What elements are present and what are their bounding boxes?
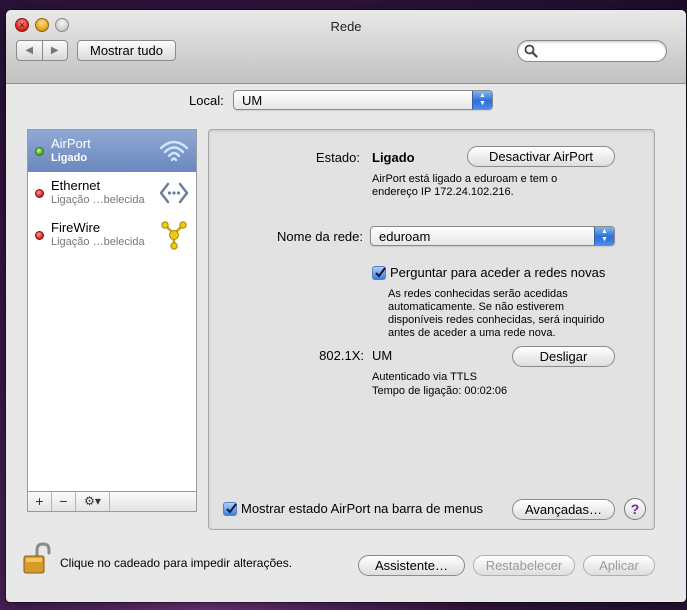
service-status: Ligação …belecida — [51, 236, 145, 248]
service-name: Ethernet — [51, 178, 101, 193]
disconnect-button[interactable]: Desligar — [512, 346, 615, 367]
service-item-firewire[interactable]: FireWire Ligação …belecida — [28, 214, 196, 256]
status-dot-red — [35, 189, 44, 198]
dot1x-value: UM — [372, 348, 393, 363]
search-field — [517, 40, 667, 62]
network-name-label: Nome da rede: — [277, 229, 363, 244]
lock-hint-text: Clique no cadeado para impedir alteraçõe… — [60, 556, 293, 570]
service-list-toolbar: + − ⚙▾ — [28, 491, 196, 511]
back-button[interactable]: ◀ — [17, 41, 43, 60]
service-list: AirPort Ligado Ethernet Ligação …belecid… — [27, 129, 197, 512]
titlebar: × Rede ◀ ▶ Mostrar tudo — [6, 10, 686, 84]
wifi-icon — [159, 140, 189, 162]
search-icon — [524, 44, 538, 58]
location-value: UM — [242, 93, 263, 108]
service-item-ethernet[interactable]: Ethernet Ligação …belecida — [28, 172, 196, 214]
location-popup[interactable]: UM ▲ ▼ — [233, 90, 493, 110]
ethernet-icon — [159, 182, 189, 204]
service-status: Ligação …belecida — [51, 194, 145, 206]
network-preferences-window: × Rede ◀ ▶ Mostrar tudo Local: UM ▲ ▼ Air… — [6, 10, 686, 602]
service-name: FireWire — [51, 220, 101, 235]
service-detail-panel: Estado: Ligado Desactivar AirPort AirPor… — [208, 129, 655, 530]
window-title: Rede — [330, 19, 362, 34]
show-status-checkbox[interactable] — [223, 502, 237, 516]
revert-button[interactable]: Restabelecer — [473, 555, 575, 576]
back-forward-control: ◀ ▶ — [16, 40, 68, 61]
status-dot-red — [35, 231, 44, 240]
remove-service-button[interactable]: − — [52, 492, 76, 511]
status-description-line1: AirPort está ligado a eduroam e tem o — [372, 173, 558, 185]
apply-button[interactable]: Aplicar — [583, 555, 655, 576]
advanced-button[interactable]: Avançadas… — [512, 499, 615, 520]
ask-join-description-line2: automaticamente. Se não estiverem — [388, 301, 565, 313]
status-label: Estado: — [315, 150, 360, 165]
assistant-button[interactable]: Assistente… — [358, 555, 465, 576]
lock-icon[interactable] — [23, 542, 51, 576]
firewire-icon — [161, 221, 187, 250]
forward-button[interactable]: ▶ — [43, 41, 68, 60]
ask-join-description-line4: antes de aceder a uma rede nova. — [388, 327, 556, 339]
search-input[interactable] — [540, 43, 660, 59]
network-name-popup[interactable]: eduroam ▲ ▼ — [370, 226, 615, 246]
dot1x-label: 802.1X: — [319, 348, 364, 363]
connection-time: Tempo de ligação: 00:02:06 — [372, 385, 508, 397]
show-all-button[interactable]: Mostrar tudo — [77, 40, 176, 61]
action-menu-button[interactable]: ⚙▾ — [76, 492, 110, 511]
ask-join-description-line1: As redes conhecidas serão acedidas — [388, 288, 568, 300]
status-value: Ligado — [372, 150, 415, 165]
add-service-button[interactable]: + — [28, 492, 52, 511]
popup-arrows-icon: ▲ ▼ — [472, 91, 492, 109]
show-status-label[interactable]: Mostrar estado AirPort na barra de menus — [241, 501, 483, 516]
ask-join-checkbox[interactable] — [372, 266, 386, 280]
service-name: AirPort — [51, 136, 91, 151]
checkmark-icon — [375, 267, 386, 278]
turn-off-airport-button[interactable]: Desactivar AirPort — [467, 146, 615, 167]
network-name-value: eduroam — [379, 229, 431, 244]
service-item-airport[interactable]: AirPort Ligado — [28, 130, 196, 172]
ask-join-description-line3: disponíveis redes conhecidas, será inqui… — [388, 314, 605, 326]
location-label: Local: — [189, 93, 224, 108]
checkmark-icon — [226, 503, 237, 514]
popup-arrows-icon: ▲ ▼ — [594, 227, 614, 245]
ask-join-label[interactable]: Perguntar para aceder a redes novas — [390, 265, 605, 280]
status-dot-green — [35, 147, 44, 156]
help-button[interactable]: ? — [624, 498, 646, 520]
status-description-line2: endereço IP 172.24.102.216. — [372, 186, 514, 198]
service-status: Ligado — [51, 152, 88, 164]
auth-info: Autenticado via TTLS — [372, 371, 477, 383]
